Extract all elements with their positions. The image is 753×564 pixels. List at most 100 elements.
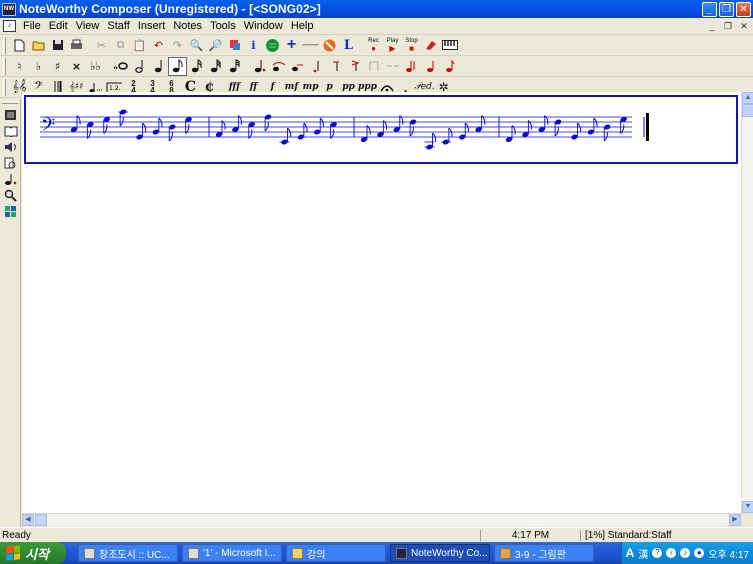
paste-icon[interactable]: 📋	[130, 36, 149, 55]
staccato-icon[interactable]	[307, 57, 326, 76]
score-document[interactable]: 𝄢	[22, 92, 741, 513]
add-staff-icon[interactable]: +	[282, 36, 301, 55]
grace-note-icon[interactable]	[364, 57, 383, 76]
note-flag[interactable]	[168, 131, 173, 142]
menu-window[interactable]: Window	[240, 20, 287, 32]
menu-insert[interactable]: Insert	[134, 20, 170, 32]
sixty-fourth-note-icon[interactable]	[225, 57, 244, 76]
open-folder-icon[interactable]	[29, 36, 48, 55]
redo-icon[interactable]: ↷	[168, 36, 187, 55]
taskbar-item-folder[interactable]: 강의	[286, 544, 386, 562]
menu-view[interactable]: View	[72, 20, 104, 32]
menu-file[interactable]: File	[19, 20, 45, 32]
doc-close-button[interactable]: ✕	[737, 20, 751, 33]
print-icon[interactable]	[67, 36, 86, 55]
app-icon[interactable]: NW	[2, 2, 16, 16]
globe-icon[interactable]	[263, 36, 282, 55]
double-sharp-icon[interactable]: ×	[67, 57, 86, 76]
volume-tray-icon[interactable]: ♪	[680, 548, 691, 558]
scroll-right-button[interactable]: ▶	[729, 514, 741, 526]
chord-icon[interactable]	[440, 57, 459, 76]
new-file-icon[interactable]	[10, 36, 29, 55]
taskbar-item-ie[interactable]: '1' - Microsoft I...	[182, 544, 282, 562]
note-flag[interactable]	[577, 122, 582, 133]
note-flag[interactable]	[464, 122, 469, 133]
note-flag[interactable]	[593, 117, 598, 128]
menu-edit[interactable]: Edit	[45, 20, 72, 32]
accent-icon[interactable]	[326, 57, 345, 76]
toolbar-grip[interactable]	[3, 78, 6, 96]
scroll-up-button[interactable]: ▲	[742, 92, 753, 104]
note-insert-icon[interactable]	[1, 171, 20, 187]
cut-icon[interactable]: ✂	[92, 36, 111, 55]
slur-icon[interactable]	[288, 57, 307, 76]
delete-staff-icon[interactable]: —	[301, 36, 320, 55]
note-flag[interactable]	[303, 122, 308, 133]
toolbar-grip[interactable]	[2, 101, 18, 104]
note-flag[interactable]	[603, 131, 608, 142]
scroll-left-button[interactable]: ◀	[22, 514, 34, 526]
network-tray-icon[interactable]: ●	[694, 548, 705, 558]
save-icon[interactable]	[48, 36, 67, 55]
title-bar[interactable]: NW NoteWorthy Composer (Unregistered) - …	[0, 0, 753, 18]
bass-clef[interactable]: 𝄢	[41, 115, 55, 140]
tenuto-icon[interactable]	[345, 57, 364, 76]
note-flag[interactable]	[264, 121, 269, 132]
flat-icon[interactable]: ♭	[29, 57, 48, 76]
copy-icon[interactable]: ⧉	[111, 36, 130, 55]
note-flag[interactable]	[142, 122, 147, 133]
stop-button[interactable]: Stop ■	[402, 36, 421, 55]
tray-arrow-icon[interactable]: ‹	[666, 548, 677, 558]
menu-help[interactable]: Help	[287, 20, 318, 32]
vertical-scroll-thumb[interactable]	[742, 104, 753, 117]
tie-icon[interactable]	[269, 57, 288, 76]
toolbar-grip[interactable]	[3, 36, 6, 54]
zoom-in-icon[interactable]: 🔍	[187, 36, 206, 55]
menu-tools[interactable]: Tools	[206, 20, 240, 32]
sharp-icon[interactable]: ♯	[48, 57, 67, 76]
note-flag[interactable]	[319, 117, 324, 128]
quarter-note-icon[interactable]	[149, 57, 168, 76]
help-tray-icon[interactable]: ?	[652, 548, 663, 558]
note-flag[interactable]	[432, 132, 437, 143]
horizontal-scrollbar[interactable]: ◀ ▶	[22, 513, 741, 526]
close-button[interactable]: ✕	[736, 1, 751, 17]
start-button[interactable]: 시작	[0, 542, 66, 564]
beam-icon[interactable]	[383, 57, 402, 76]
staff-panel[interactable]: 𝄢	[24, 95, 738, 164]
doc-restore-button[interactable]: ❐	[721, 20, 735, 33]
horizontal-scroll-thumb[interactable]	[35, 514, 47, 526]
record-button[interactable]: Rec ●	[364, 36, 383, 55]
ime-mode[interactable]: A	[626, 546, 635, 560]
note-flag[interactable]	[287, 127, 292, 138]
menu-notes[interactable]: Notes	[169, 20, 206, 32]
note-flag[interactable]	[409, 126, 414, 137]
info-icon[interactable]: i	[244, 36, 263, 55]
dotted-note-icon[interactable]	[250, 57, 269, 76]
score-staff[interactable]: 𝄢	[26, 97, 736, 162]
tile-windows-icon[interactable]	[1, 203, 20, 219]
toolbar-grip[interactable]	[3, 57, 6, 75]
double-flat-icon[interactable]: ♭♭	[86, 57, 105, 76]
taskbar-item-browser[interactable]: 창조도시 :: UC...	[78, 544, 178, 562]
keyboard-icon[interactable]	[440, 36, 459, 55]
no-entry-icon[interactable]	[320, 36, 339, 55]
natural-icon[interactable]: ♮	[10, 57, 29, 76]
minimize-button[interactable]: _	[702, 1, 717, 17]
instrument-icon[interactable]	[421, 36, 440, 55]
taskbar-item-paint[interactable]: 3-9 - 그림판	[494, 544, 594, 562]
note-flag[interactable]	[448, 127, 453, 138]
staff-properties-icon[interactable]	[225, 36, 244, 55]
document-icon[interactable]: ♪	[3, 20, 16, 32]
hanja-mode[interactable]: 漢	[638, 546, 648, 561]
triplet-icon[interactable]	[402, 57, 421, 76]
rest-icon[interactable]	[421, 57, 440, 76]
maximize-button[interactable]: ❐	[719, 1, 734, 17]
taskbar-item-noteworthy[interactable]: NoteWorthy Co...	[390, 544, 490, 562]
menu-staff[interactable]: Staff	[103, 20, 133, 32]
half-note-icon[interactable]	[130, 57, 149, 76]
staff-icon[interactable]	[1, 107, 20, 123]
eighth-note-icon[interactable]	[168, 56, 187, 76]
sound-icon[interactable]	[1, 139, 20, 155]
note-flag[interactable]	[554, 126, 559, 137]
